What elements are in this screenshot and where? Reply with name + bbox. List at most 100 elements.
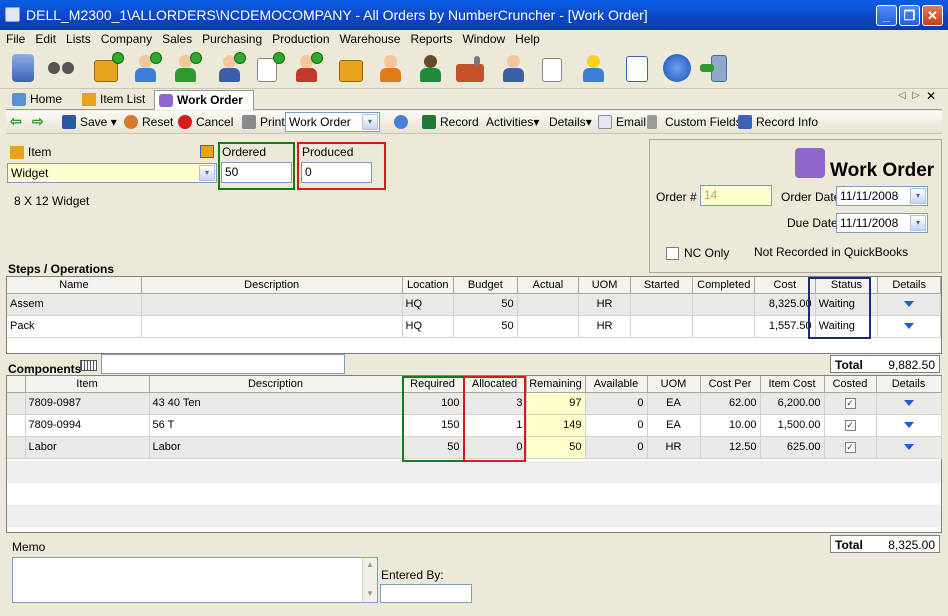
components-col-description[interactable]: Description xyxy=(149,376,403,393)
step-location[interactable]: HQ xyxy=(402,315,455,338)
menu-sales[interactable]: Sales xyxy=(156,30,196,48)
component-item[interactable]: 7809-0994 xyxy=(25,414,150,437)
restore-button[interactable]: ❐ xyxy=(899,5,920,26)
database-icon[interactable] xyxy=(8,52,40,84)
menu-warehouse[interactable]: Warehouse xyxy=(334,30,405,48)
phone-user-icon[interactable] xyxy=(498,52,530,84)
steps-col-details[interactable]: Details xyxy=(877,277,941,294)
costed-checkbox[interactable]: ✓ xyxy=(824,414,877,437)
component-description[interactable]: 56 T xyxy=(149,414,403,437)
step-budget[interactable]: 50 xyxy=(453,293,518,316)
tab-home[interactable]: Home xyxy=(8,90,70,110)
steps-col-cost[interactable]: Cost xyxy=(754,277,816,294)
component-cost-per[interactable]: 62.00 xyxy=(700,392,761,415)
refresh-icon[interactable] xyxy=(394,115,408,129)
nc-only-checkbox[interactable] xyxy=(666,247,679,260)
steps-col-completed[interactable]: Completed xyxy=(692,277,756,294)
purchase-order-icon[interactable] xyxy=(291,52,323,84)
steps-col-uom[interactable]: UOM xyxy=(578,277,631,294)
step-name[interactable]: Pack xyxy=(7,315,142,338)
costed-checkbox[interactable]: ✓ xyxy=(824,392,877,415)
contact-icon[interactable] xyxy=(415,52,447,84)
exit-icon[interactable] xyxy=(699,52,731,84)
costed-checkbox[interactable]: ✓ xyxy=(824,436,877,459)
binoculars-icon[interactable] xyxy=(46,52,78,84)
step-description[interactable] xyxy=(141,315,403,338)
components-col-available[interactable]: Available xyxy=(585,376,648,393)
table-row[interactable]: Pack HQ 50 HR 1,557.50 Waiting xyxy=(7,315,941,338)
component-uom[interactable]: HR xyxy=(647,436,701,459)
memo-textarea[interactable]: ▲ ▼ xyxy=(12,557,378,603)
back-arrow-icon[interactable]: ⇦ xyxy=(10,113,22,130)
worker-icon[interactable] xyxy=(578,52,610,84)
details-button[interactable] xyxy=(877,315,941,338)
barcode-icon[interactable] xyxy=(80,360,97,371)
minimize-button[interactable]: _ xyxy=(876,5,897,26)
menu-edit[interactable]: Edit xyxy=(29,30,60,48)
component-uom[interactable]: EA xyxy=(647,392,701,415)
menu-production[interactable]: Production xyxy=(266,30,333,48)
steps-col-location[interactable]: Location xyxy=(402,277,455,294)
step-budget[interactable]: 50 xyxy=(453,315,518,338)
row-selector[interactable] xyxy=(7,392,26,415)
tab-item-list[interactable]: Item List xyxy=(78,90,152,110)
row-selector[interactable] xyxy=(7,414,26,437)
step-location[interactable]: HQ xyxy=(402,293,455,316)
entered-by-field[interactable] xyxy=(380,584,472,603)
row-selector[interactable] xyxy=(7,436,26,459)
table-row[interactable]: Assem HQ 50 HR 8,325.00 Waiting xyxy=(7,293,941,316)
record-info-button[interactable]: Record Info xyxy=(738,114,818,131)
menu-company[interactable]: Company xyxy=(95,30,156,48)
item-select[interactable]: Widget ▾ xyxy=(7,163,217,183)
scroll-down-icon[interactable]: ▼ xyxy=(366,589,374,598)
component-item[interactable]: 7809-0987 xyxy=(25,392,150,415)
memo-scrollbar[interactable]: ▲ ▼ xyxy=(362,558,377,602)
ordered-input[interactable]: 50 xyxy=(221,162,292,183)
components-col-remaining[interactable]: Remaining xyxy=(526,376,586,393)
step-name[interactable]: Assem xyxy=(7,293,142,316)
notepad-icon[interactable] xyxy=(622,52,654,84)
details-button[interactable] xyxy=(877,293,941,316)
step-actual[interactable] xyxy=(517,293,580,316)
details-button[interactable] xyxy=(876,392,942,415)
components-col-cost-per[interactable]: Cost Per xyxy=(700,376,761,393)
details-button[interactable] xyxy=(876,436,942,459)
order-date-picker[interactable]: 11/11/2008 ▾ xyxy=(836,186,928,206)
components-col-costed[interactable]: Costed xyxy=(824,376,877,393)
forward-arrow-icon[interactable]: ⇨ xyxy=(32,113,44,130)
cancel-button[interactable]: Cancel xyxy=(178,114,233,131)
component-cost-per[interactable]: 10.00 xyxy=(700,414,761,437)
tab-scroll-left-button[interactable]: ◁ xyxy=(898,90,906,101)
steps-col-budget[interactable]: Budget xyxy=(453,277,518,294)
components-col-item[interactable]: Item xyxy=(25,376,150,393)
produced-input[interactable]: 0 xyxy=(301,162,372,183)
component-uom[interactable]: EA xyxy=(647,414,701,437)
step-completed[interactable] xyxy=(692,315,756,338)
record-button[interactable]: Record xyxy=(422,114,479,131)
menu-help[interactable]: Help xyxy=(509,30,544,48)
email-button[interactable]: Email xyxy=(598,114,646,131)
components-col-uom[interactable]: UOM xyxy=(647,376,701,393)
step-uom[interactable]: HR xyxy=(578,293,631,316)
component-description[interactable]: 43 40 Ten xyxy=(149,392,403,415)
menu-file[interactable]: File xyxy=(0,30,29,48)
print-target-select[interactable]: Work Order ▾ xyxy=(285,112,380,132)
step-started[interactable] xyxy=(630,315,694,338)
tab-scroll-right-button[interactable]: ▷ xyxy=(912,90,920,101)
components-col-details[interactable]: Details xyxy=(876,376,942,393)
step-started[interactable] xyxy=(630,293,694,316)
step-actual[interactable] xyxy=(517,315,580,338)
save-button[interactable]: Save ▾ xyxy=(62,114,117,131)
menu-lists[interactable]: Lists xyxy=(60,30,95,48)
document-user-icon[interactable] xyxy=(538,52,570,84)
menu-purchasing[interactable]: Purchasing xyxy=(196,30,266,48)
component-description[interactable]: Labor xyxy=(149,436,403,459)
tab-close-button[interactable]: ✕ xyxy=(926,89,936,103)
menu-reports[interactable]: Reports xyxy=(404,30,456,48)
inventory-box-icon[interactable] xyxy=(336,52,368,84)
print-button[interactable]: Print xyxy=(242,114,285,131)
steps-col-name[interactable]: Name xyxy=(7,277,142,294)
due-date-picker[interactable]: 11/11/2008 ▾ xyxy=(836,213,928,233)
item-box-icon[interactable] xyxy=(92,52,124,84)
step-completed[interactable] xyxy=(692,293,756,316)
